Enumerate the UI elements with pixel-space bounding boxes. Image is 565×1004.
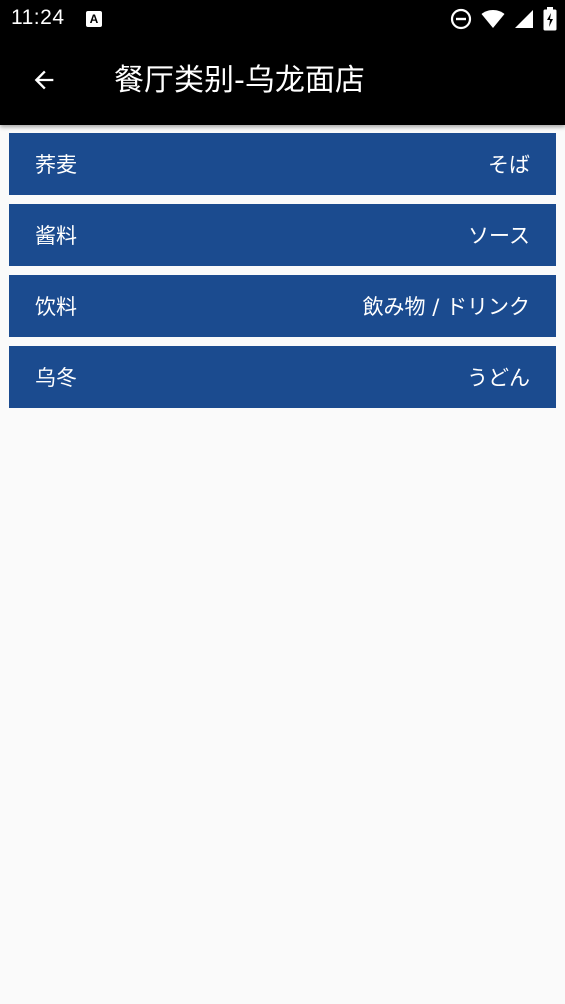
category-label: 酱料: [35, 224, 77, 248]
category-item-sauce[interactable]: 酱料 ソース: [9, 204, 556, 266]
wifi-icon: [481, 9, 505, 29]
category-label: 乌冬: [35, 366, 77, 390]
dnd-icon: [450, 8, 472, 30]
category-label: 荞麦: [35, 153, 77, 177]
notification-icon: A: [86, 11, 102, 27]
status-icons: [450, 6, 557, 32]
back-button[interactable]: [20, 58, 68, 106]
arrow-left-icon: [30, 66, 58, 98]
category-translation: 飲み物 / ドリンク: [362, 295, 530, 319]
status-bar: 11:24 A: [0, 0, 565, 38]
app-bar: 餐厅类别-乌龙面店: [0, 38, 565, 125]
category-list: 荞麦 そば 酱料 ソース 饮料 飲み物 / ドリンク 乌冬 うどん: [9, 133, 556, 417]
category-item-drinks[interactable]: 饮料 飲み物 / ドリンク: [9, 275, 556, 337]
category-translation: うどん: [467, 366, 530, 390]
category-translation: ソース: [468, 224, 530, 248]
cell-signal-icon: [514, 9, 534, 29]
category-translation: そば: [488, 153, 530, 177]
category-item-soba[interactable]: 荞麦 そば: [9, 133, 556, 195]
status-time: 11:24: [11, 6, 65, 29]
page-title: 餐厅类别-乌龙面店: [114, 63, 365, 98]
category-label: 饮料: [35, 295, 77, 319]
category-item-udon[interactable]: 乌冬 うどん: [9, 346, 556, 408]
battery-charging-icon: [543, 7, 557, 31]
